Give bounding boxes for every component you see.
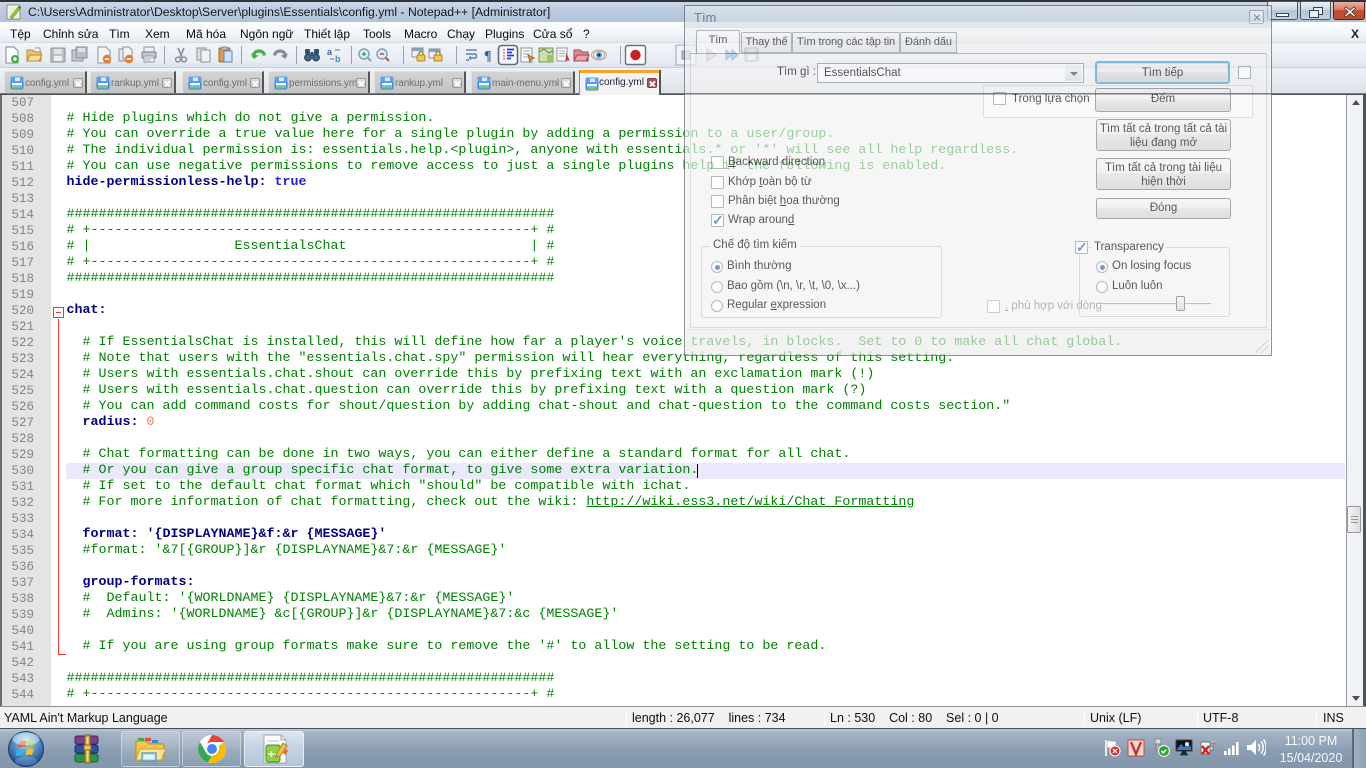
svg-text:a: a — [327, 47, 333, 57]
svg-text:b: b — [335, 54, 341, 64]
svg-text:¶: ¶ — [484, 49, 492, 64]
